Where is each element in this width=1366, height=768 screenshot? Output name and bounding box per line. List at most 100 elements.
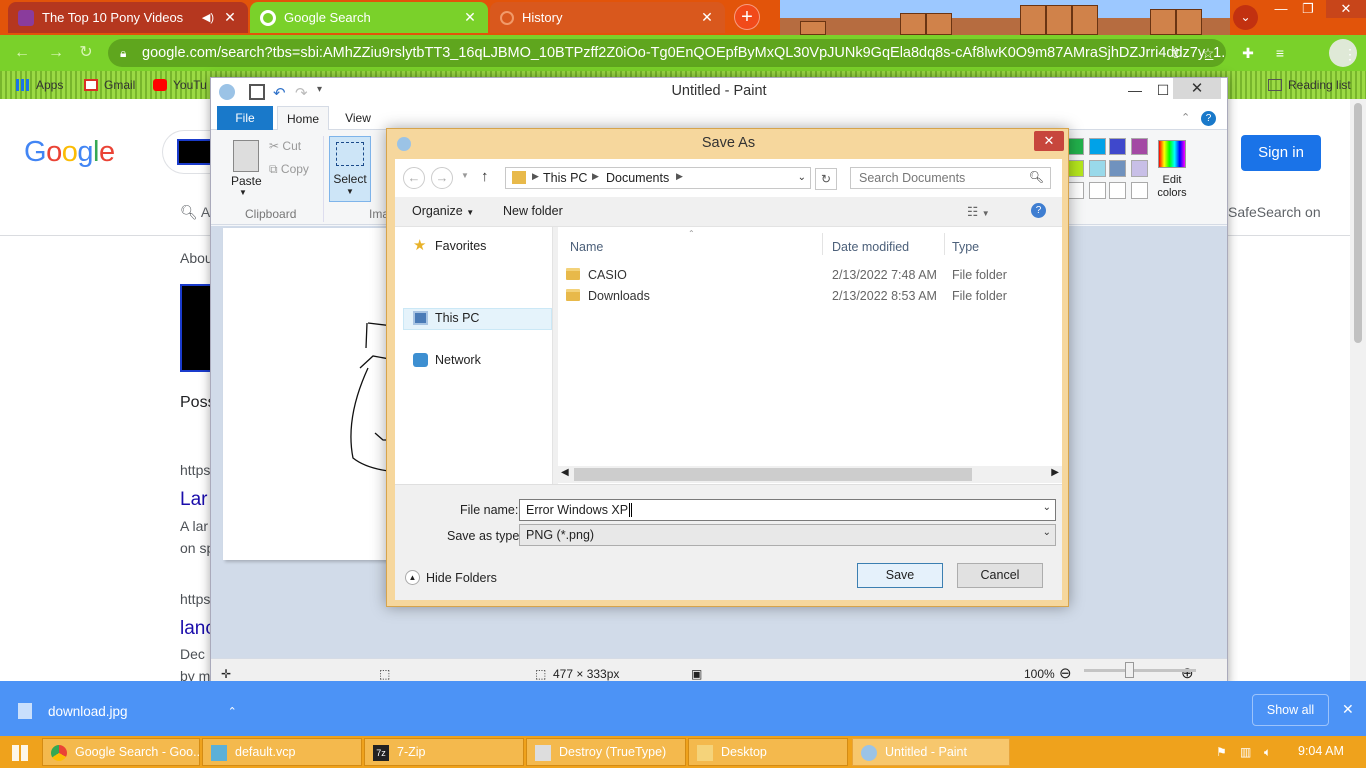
search-documents-input[interactable]: Search Documents 🔍︎ [850,167,1051,189]
windows-start-icon[interactable] [12,745,28,761]
customize-qat-chevron-icon[interactable]: ▾ [317,84,333,100]
safesearch-toggle[interactable]: SafeSearch on [1228,204,1321,220]
network-tray-icon[interactable]: ▥ [1240,745,1251,759]
tab-history[interactable]: History ✕ [490,2,725,33]
help-icon[interactable]: ? [1201,111,1216,126]
close-dialog-icon[interactable]: ✕ [1034,131,1064,151]
close-tab-icon[interactable]: ✕ [699,9,715,26]
color-swatch-empty[interactable] [1067,182,1084,199]
tab-home[interactable]: Home [277,106,329,130]
restore-icon[interactable]: ❐ [1295,0,1321,18]
view-options-icon[interactable]: ☷ ▼ [967,204,990,219]
query-image-thumbnail[interactable] [180,284,212,372]
address-bar[interactable]: 🔒︎ google.com/search?tbs=sbi:AMhZZiu9rsl… [108,39,1226,67]
table-row[interactable]: Downloads 2/13/2022 8:53 AM File folder [558,286,1062,306]
organize-menu[interactable]: Organize ▼ [412,204,474,218]
close-shelf-icon[interactable]: ✕ [1342,701,1354,718]
color-swatch-turquoise[interactable] [1089,138,1106,155]
zoom-out-icon[interactable]: ⊖ [1059,664,1072,682]
extensions-icon[interactable]: ✚ [1238,43,1258,63]
nav-network[interactable]: Network [413,353,481,367]
cut-button[interactable]: ✂ Cut [269,139,301,153]
color-swatch-blue-gray[interactable] [1109,160,1126,177]
hide-folders-button[interactable]: ▲ Hide Folders [405,570,497,585]
color-swatch-indigo[interactable] [1109,138,1126,155]
search-tab-all[interactable]: 🔍︎ A [180,204,210,221]
cancel-button[interactable]: Cancel [957,563,1043,588]
minimize-icon[interactable]: — [1268,0,1294,18]
taskbar-desktop[interactable]: Desktop [688,738,848,766]
file-name-input[interactable]: Error Windows XP ⌄ [519,499,1056,521]
color-swatch-lime[interactable] [1067,160,1084,177]
bookmark-gmail[interactable]: Gmail [84,76,135,94]
close-window-icon[interactable]: ✕ [1173,78,1221,99]
tab-pony-videos[interactable]: The Top 10 Pony Videos ◀) ✕ [8,2,248,33]
reload-icon[interactable]: ↻ [76,43,96,63]
edit-colors-button[interactable]: Edit colors [1151,174,1193,200]
color-swatch-lavender[interactable] [1131,160,1148,177]
tab-google-search[interactable]: Google Search ✕ [250,2,488,33]
chevron-down-icon[interactable]: ⌄ [798,172,806,183]
taskbar-paint[interactable]: Untitled - Paint [852,738,1010,766]
back-arrow-icon[interactable]: ← [403,167,425,189]
chevron-down-icon[interactable]: ⌄ [1043,502,1051,513]
media-control-icon[interactable]: ≡ [1270,43,1290,63]
save-as-type-select[interactable]: PNG (*.png) ⌄ [519,524,1056,546]
taskbar-7zip[interactable]: 7z 7-Zip [364,738,524,766]
back-arrow-icon[interactable]: ← [12,43,32,63]
breadcrumb-this-pc[interactable]: This PC [543,171,587,185]
table-row[interactable]: CASIO 2/13/2022 7:48 AM File folder [558,265,1062,285]
close-window-icon[interactable]: ✕ [1326,0,1366,18]
nav-favorites[interactable]: ★ Favorites [413,238,486,253]
color-swatch-empty[interactable] [1089,182,1106,199]
drawing-canvas[interactable] [223,228,401,560]
bookmark-star-icon[interactable]: ☆ [1198,43,1218,63]
chevron-up-icon[interactable]: ⌃ [228,705,237,718]
horizontal-scrollbar[interactable]: ◀ ▶ [558,466,1062,483]
close-tab-icon[interactable]: ✕ [222,9,238,26]
column-header-date[interactable]: Date modified [832,240,909,254]
nav-this-pc[interactable]: This PC [413,311,479,325]
color-swatch-purple[interactable] [1131,138,1148,155]
color-swatch-empty[interactable] [1131,182,1148,199]
new-tab-button[interactable]: + [734,4,760,30]
clipboard-icon[interactable] [233,140,259,172]
minimize-icon[interactable]: — [1121,80,1149,100]
page-scrollbar[interactable] [1350,99,1366,681]
bookmark-apps[interactable]: Apps [16,76,63,94]
tab-file[interactable]: File [217,106,273,130]
copy-button[interactable]: ⧉ Copy [269,162,309,177]
zoom-slider-track[interactable] [1084,669,1196,672]
select-button[interactable]: Select ▼ [329,136,371,202]
up-arrow-icon[interactable]: ↑ [481,168,489,185]
sign-in-button[interactable]: Sign in [1241,135,1321,171]
result-title-link[interactable]: Lar [180,489,207,511]
new-folder-button[interactable]: New folder [503,204,563,218]
download-item[interactable]: download.jpg ⌃ [18,703,237,719]
minimize-ribbon-chevron-icon[interactable]: ⌃ [1181,111,1190,124]
action-center-icon[interactable]: ⚑ [1216,745,1227,759]
reading-list-button[interactable]: Reading list [1268,76,1351,94]
help-icon[interactable]: ? [1031,203,1046,218]
tab-view[interactable]: View [337,106,379,130]
save-icon[interactable] [249,84,265,100]
save-button[interactable]: Save [857,563,943,588]
share-icon[interactable]: ⇪ [1166,43,1186,63]
zoom-in-icon[interactable]: ⊕ [1181,664,1194,682]
color-wheel-icon[interactable] [1158,140,1186,168]
google-logo[interactable]: Google [24,136,115,169]
volume-muted-icon[interactable]: 🔈︎ [1264,745,1271,760]
taskbar-clock[interactable]: 9:04 AM [1298,744,1344,758]
color-swatch-light-turquoise[interactable] [1089,160,1106,177]
forward-arrow-icon[interactable]: → [46,43,66,63]
taskbar-default-vcp[interactable]: default.vcp [202,738,362,766]
paste-button[interactable]: Paste [231,174,262,188]
refresh-icon[interactable]: ↻ [815,168,837,190]
paste-chevron-down-icon[interactable]: ▼ [239,188,247,197]
bookmark-youtube[interactable]: YouTu [153,76,207,94]
forward-arrow-icon[interactable]: → [431,167,453,189]
show-all-button[interactable]: Show all [1252,694,1329,726]
column-header-name[interactable]: Name [570,240,603,254]
recent-locations-chevron-icon[interactable]: ▼ [461,171,469,180]
taskbar-font-viewer[interactable]: Destroy (TrueType) [526,738,686,766]
